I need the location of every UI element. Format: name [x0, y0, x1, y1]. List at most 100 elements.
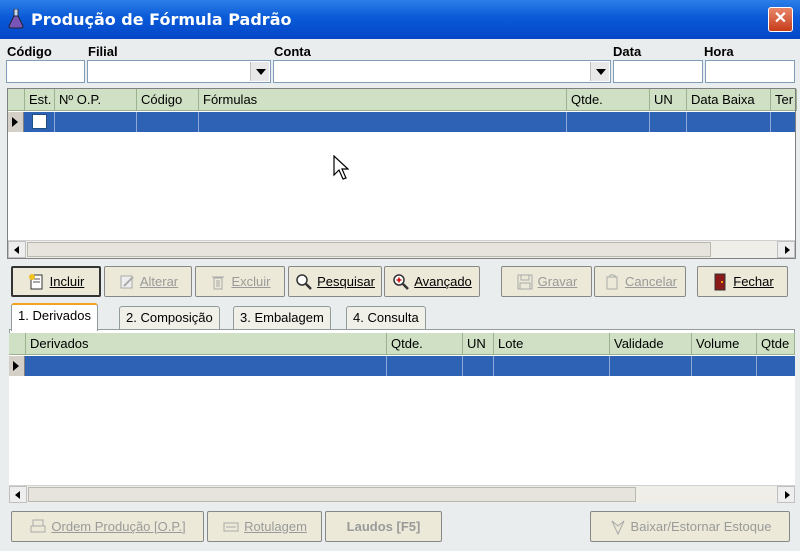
title-bar: Produção de Fórmula Padrão ✕: [0, 0, 800, 39]
incluir-button[interactable]: Incluir: [11, 266, 101, 297]
derivados-panel: Derivados Qtde. UN Lote Validade Volume …: [9, 329, 795, 503]
scroll-left-button[interactable]: [8, 241, 26, 258]
col-ter[interactable]: Ter: [771, 89, 797, 111]
edit-icon: [120, 275, 134, 288]
conta-select[interactable]: [273, 60, 611, 83]
cell-data-baixa: [687, 112, 771, 132]
col-volume[interactable]: Volume: [692, 333, 757, 355]
fechar-label: Fechar: [733, 274, 774, 289]
ordem-producao-button[interactable]: Ordem Produção [O.P.]: [11, 511, 204, 542]
header-indicator: [8, 89, 25, 111]
data-label: Data: [613, 44, 642, 59]
row-pointer-icon: [12, 117, 18, 127]
derivados-grid-header: Derivados Qtde. UN Lote Validade Volume …: [9, 333, 795, 355]
horizontal-scrollbar[interactable]: [9, 485, 795, 503]
col-lote[interactable]: Lote: [494, 333, 610, 355]
flask-icon: [8, 9, 24, 29]
rotulagem-button[interactable]: Rotulagem: [207, 511, 322, 542]
scroll-right-button[interactable]: [777, 486, 795, 503]
col-qtde-2[interactable]: Qtde: [757, 333, 795, 355]
gravar-button[interactable]: Gravar: [501, 266, 592, 297]
codigo-label: Código: [7, 44, 52, 59]
printer-icon: [30, 519, 46, 532]
row-indicator: [8, 112, 24, 132]
row-indicator: [9, 356, 25, 376]
scroll-thumb[interactable]: [28, 487, 636, 502]
gravar-label: Gravar: [537, 274, 578, 289]
col-formulas[interactable]: Fórmulas: [199, 89, 567, 111]
cell-codigo: [137, 112, 199, 132]
col-un[interactable]: UN: [463, 333, 494, 355]
baixar-estornar-label: Baixar/Estornar Estoque: [630, 519, 772, 534]
grid-header: Est. Nº O.P. Código Fórmulas Qtde. UN Da…: [8, 89, 797, 111]
codigo-field[interactable]: [6, 60, 85, 83]
tab-consulta[interactable]: 4. Consulta: [346, 306, 426, 330]
undo-icon: [606, 273, 618, 289]
cancelar-button[interactable]: Cancelar: [594, 266, 686, 297]
col-codigo[interactable]: Código: [137, 89, 199, 111]
cell-volume: [692, 356, 757, 376]
conta-label: Conta: [274, 44, 311, 59]
arrow-right-icon: [785, 491, 790, 499]
hora-label: Hora: [704, 44, 734, 59]
horizontal-scrollbar[interactable]: [8, 240, 795, 258]
cell-lote: [494, 356, 610, 376]
magnifier-icon: [296, 273, 312, 290]
cell-num-op: [55, 112, 137, 132]
laudos-button[interactable]: Laudos [F5]: [325, 511, 442, 542]
scroll-thumb[interactable]: [27, 242, 711, 257]
alterar-button[interactable]: Alterar: [104, 266, 192, 297]
chevron-down-icon[interactable]: [250, 62, 269, 81]
col-derivados[interactable]: Derivados: [26, 333, 387, 355]
derivados-grid[interactable]: Derivados Qtde. UN Lote Validade Volume …: [9, 333, 795, 503]
data-field[interactable]: [613, 60, 703, 83]
cell-un: [650, 112, 687, 132]
exit-door-icon: [714, 273, 726, 290]
col-qtde[interactable]: Qtde.: [387, 333, 463, 355]
scroll-left-button[interactable]: [9, 486, 27, 503]
tab-composicao[interactable]: 2. Composição: [119, 306, 220, 330]
cell-un: [463, 356, 494, 376]
cell-formulas: [199, 112, 567, 132]
alterar-label: Alterar: [139, 274, 179, 289]
baixar-estornar-button[interactable]: Baixar/Estornar Estoque: [590, 511, 790, 542]
scroll-right-button[interactable]: [777, 241, 795, 258]
table-row[interactable]: [9, 356, 795, 376]
close-button[interactable]: ✕: [768, 7, 793, 32]
est-checkbox[interactable]: [32, 114, 47, 129]
avancado-label: Avançado: [414, 274, 472, 289]
window-body: Código Filial Conta Data Hora Est. Nº O.…: [0, 39, 800, 551]
pesquisar-button[interactable]: Pesquisar: [288, 266, 382, 297]
tab-derivados[interactable]: 1. Derivados: [11, 303, 98, 331]
col-qtde[interactable]: Qtde.: [567, 89, 650, 111]
arrow-left-icon: [14, 246, 19, 254]
fechar-button[interactable]: Fechar: [697, 266, 788, 297]
cell-qtde: [567, 112, 650, 132]
cancelar-label: Cancelar: [624, 274, 678, 289]
filial-select[interactable]: [87, 60, 271, 83]
mouse-cursor-icon: [333, 155, 349, 180]
table-row[interactable]: [8, 112, 795, 132]
col-validade[interactable]: Validade: [610, 333, 692, 355]
excluir-label: Excluir: [231, 274, 271, 289]
hora-field[interactable]: [705, 60, 795, 83]
row-pointer-icon: [13, 361, 19, 371]
col-data-baixa[interactable]: Data Baixa: [687, 89, 771, 111]
cell-est: [25, 112, 55, 132]
incluir-label: Incluir: [49, 274, 85, 289]
col-num-op[interactable]: Nº O.P.: [55, 89, 137, 111]
close-icon: ✕: [773, 10, 788, 27]
cell-derivados: [26, 356, 387, 376]
col-est[interactable]: Est.: [25, 89, 55, 111]
pesquisar-label: Pesquisar: [317, 274, 375, 289]
magnifier-plus-icon: [393, 273, 410, 290]
arrow-right-icon: [785, 246, 790, 254]
tab-embalagem[interactable]: 3. Embalagem: [233, 306, 331, 330]
col-un[interactable]: UN: [650, 89, 687, 111]
avancado-button[interactable]: Avançado: [384, 266, 480, 297]
chevron-down-icon[interactable]: [590, 62, 609, 81]
filial-label: Filial: [88, 44, 118, 59]
excluir-button[interactable]: Excluir: [195, 266, 285, 297]
down-arrow-icon: [611, 520, 625, 535]
production-grid[interactable]: Est. Nº O.P. Código Fórmulas Qtde. UN Da…: [7, 88, 797, 259]
